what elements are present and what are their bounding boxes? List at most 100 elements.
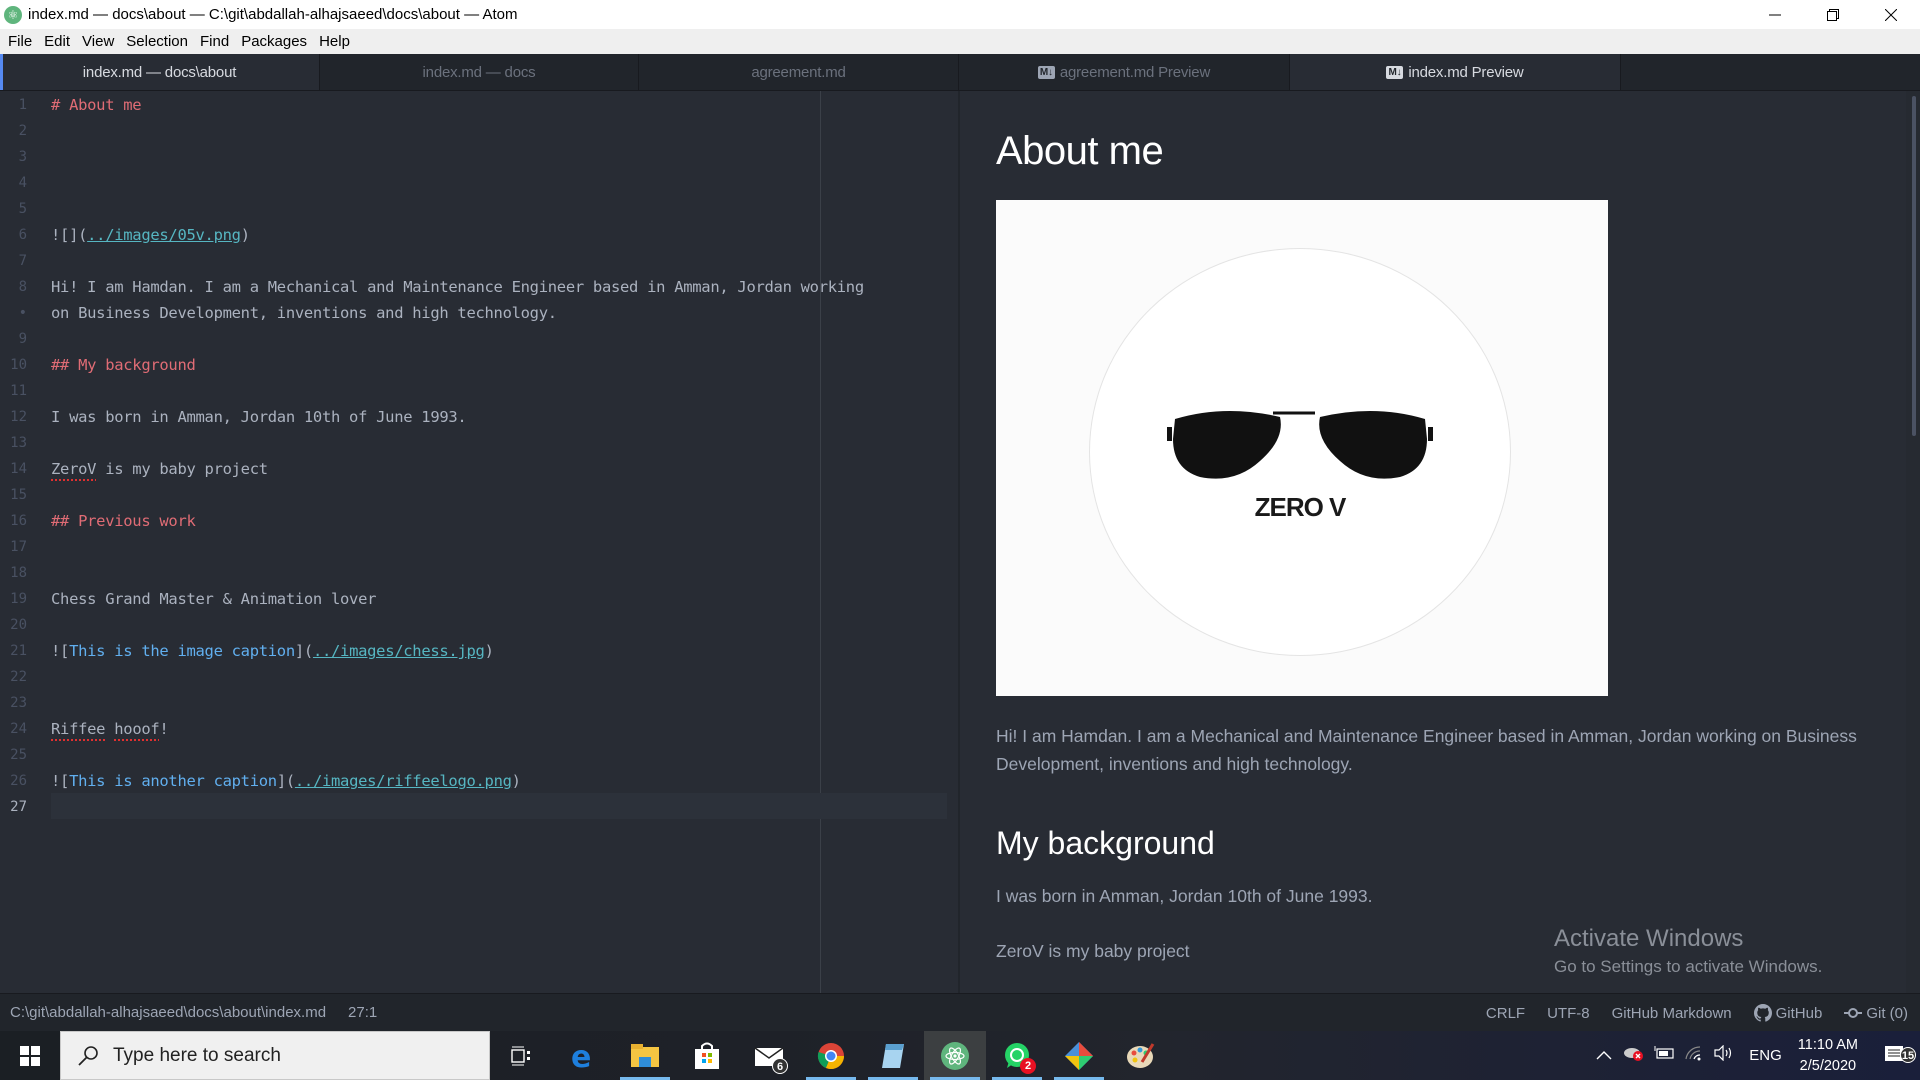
menu-selection[interactable]: Selection (120, 29, 194, 54)
menu-file[interactable]: File (2, 29, 38, 54)
line-number: 9 (18, 331, 27, 347)
start-button[interactable] (0, 1031, 60, 1080)
show-hidden-icons-button[interactable] (1589, 1047, 1619, 1065)
line-number: 18 (10, 565, 27, 581)
restore-button[interactable] (1804, 0, 1862, 29)
tab-agreement-md-preview[interactable]: M↓ agreement.md Preview (959, 54, 1290, 90)
whatsapp-badge: 2 (1020, 1058, 1036, 1074)
tab-label: agreement.md Preview (1059, 63, 1211, 81)
windows-logo-icon (20, 1045, 40, 1066)
preview-heading-about-me: About me (996, 129, 1164, 173)
markdown-preview: About me ZERO V Hi! I am Hamdan. I am a … (960, 91, 1920, 993)
git-label: Git (0) (1866, 1004, 1908, 1022)
line-number: 16 (10, 513, 27, 529)
tab-label: agreement.md (751, 63, 846, 81)
line-number: 12 (10, 409, 27, 425)
atom-button[interactable] (924, 1031, 986, 1080)
git-client-icon (1065, 1041, 1093, 1070)
activate-windows-watermark: Activate Windows Go to Settings to activ… (1554, 925, 1822, 977)
image-link-path[interactable]: ../images/riffeelogo.png (295, 772, 512, 790)
tab-index-md-docs-about[interactable]: index.md — docs\about (0, 54, 320, 90)
chrome-button[interactable] (800, 1031, 862, 1080)
code-line-19: Chess Grand Master & Animation lover (51, 590, 377, 608)
logo-circle: ZERO V (1089, 248, 1511, 656)
search-icon (78, 1045, 98, 1066)
scrollbar-thumb[interactable] (1912, 96, 1916, 436)
paint-button[interactable] (1110, 1031, 1172, 1080)
md-syntax: ]( (276, 772, 295, 790)
tab-index-md-docs[interactable]: index.md — docs (320, 54, 639, 90)
misspelled-word[interactable]: hooof (114, 720, 159, 738)
image-link-path[interactable]: ../images/05v.png (87, 226, 241, 244)
git-client-button[interactable] (1048, 1031, 1110, 1080)
input-language[interactable]: ENG (1749, 1047, 1782, 1064)
taskbar-search-input[interactable]: Type here to search (60, 1031, 490, 1080)
git-button[interactable]: Git (0) (1844, 1005, 1908, 1022)
battery-button[interactable] (1649, 1046, 1679, 1065)
line-number: 15 (10, 487, 27, 503)
code-line-21: ![This is the image caption](../images/c… (51, 638, 494, 664)
window-controls (1746, 0, 1920, 29)
notification-count: 15 (1900, 1046, 1916, 1063)
preview-scrollbar[interactable] (1906, 91, 1920, 993)
markdown-icon: M↓ (1037, 65, 1055, 79)
code-line-1: # About me (51, 96, 142, 114)
line-number: 7 (18, 253, 27, 269)
close-button[interactable] (1862, 0, 1920, 29)
system-tray: ENG 11:10 AM 2/5/2020 15 (1589, 1031, 1920, 1080)
md-syntax: ![ (51, 642, 70, 660)
md-syntax: ]( (294, 642, 313, 660)
line-number: 23 (10, 695, 27, 711)
code-text: is my baby project (96, 460, 268, 478)
code-area[interactable]: # About me ![](../images/05v.png) Hi! I … (51, 91, 958, 993)
cursor-position[interactable]: 27:1 (348, 1004, 377, 1021)
file-path[interactable]: C:\git\abdallah-alhajsaeed\docs\about\in… (10, 1004, 326, 1021)
line-number: 21 (10, 643, 27, 659)
sunglasses-icon (1167, 410, 1433, 479)
preview-heading-my-background: My background (996, 825, 1215, 861)
code-line-6: ![](../images/05v.png) (51, 222, 250, 248)
menu-packages[interactable]: Packages (235, 29, 313, 54)
logo-text: ZERO V (1254, 492, 1347, 522)
task-view-button[interactable] (490, 1031, 552, 1080)
tab-index-md-preview[interactable]: M↓ index.md Preview (1290, 54, 1621, 90)
menu-find[interactable]: Find (194, 29, 235, 54)
task-view-icon (511, 1046, 530, 1065)
menu-edit[interactable]: Edit (38, 29, 76, 54)
line-number: 11 (10, 383, 27, 399)
misspelled-word[interactable]: ZeroV (51, 460, 96, 478)
tab-bar: index.md — docs\about index.md — docs ag… (0, 54, 1920, 91)
action-center-button[interactable]: 15 (1872, 1045, 1920, 1067)
tab-agreement-md[interactable]: agreement.md (639, 54, 959, 90)
mail-badge: 6 (772, 1058, 788, 1074)
menu-view[interactable]: View (76, 29, 120, 54)
image-link-path[interactable]: ../images/chess.jpg (313, 642, 485, 660)
md-syntax: ) (484, 642, 494, 660)
line-ending[interactable]: CRLF (1486, 1005, 1525, 1022)
markdown-editor[interactable]: 1 2 3 4 5 6 7 8 • 9 10 11 12 13 14 15 16 17 18 19 20 21 22 23 24… (0, 91, 958, 993)
volume-button[interactable] (1709, 1044, 1739, 1066)
file-encoding[interactable]: UTF-8 (1547, 1005, 1590, 1022)
store-icon (695, 1042, 719, 1069)
clock[interactable]: 11:10 AM 2/5/2020 (1798, 1035, 1858, 1077)
file-explorer-button[interactable] (614, 1031, 676, 1080)
whatsapp-button[interactable]: 2 (986, 1031, 1048, 1080)
misspelled-word[interactable]: Riffee (51, 720, 106, 738)
wifi-button[interactable] (1679, 1045, 1709, 1066)
notepad-button[interactable] (862, 1031, 924, 1080)
minimize-button[interactable] (1746, 0, 1804, 29)
github-button[interactable]: GitHub (1753, 1004, 1822, 1022)
svg-text:e: e (571, 1042, 591, 1070)
line-number: 1 (18, 97, 27, 113)
code-line-26: ![This is another caption](../images/rif… (51, 768, 521, 794)
line-number: 26 (10, 773, 27, 789)
menu-help[interactable]: Help (313, 29, 356, 54)
code-line-24: Riffee hooof! (51, 716, 169, 742)
grammar-selector[interactable]: GitHub Markdown (1612, 1005, 1732, 1022)
line-number: 19 (10, 591, 27, 607)
tab-label: index.md Preview (1408, 63, 1524, 81)
onedrive-error-button[interactable] (1619, 1044, 1649, 1067)
mail-button[interactable]: 6 (738, 1031, 800, 1080)
store-button[interactable] (676, 1031, 738, 1080)
edge-button[interactable]: e (552, 1031, 614, 1080)
